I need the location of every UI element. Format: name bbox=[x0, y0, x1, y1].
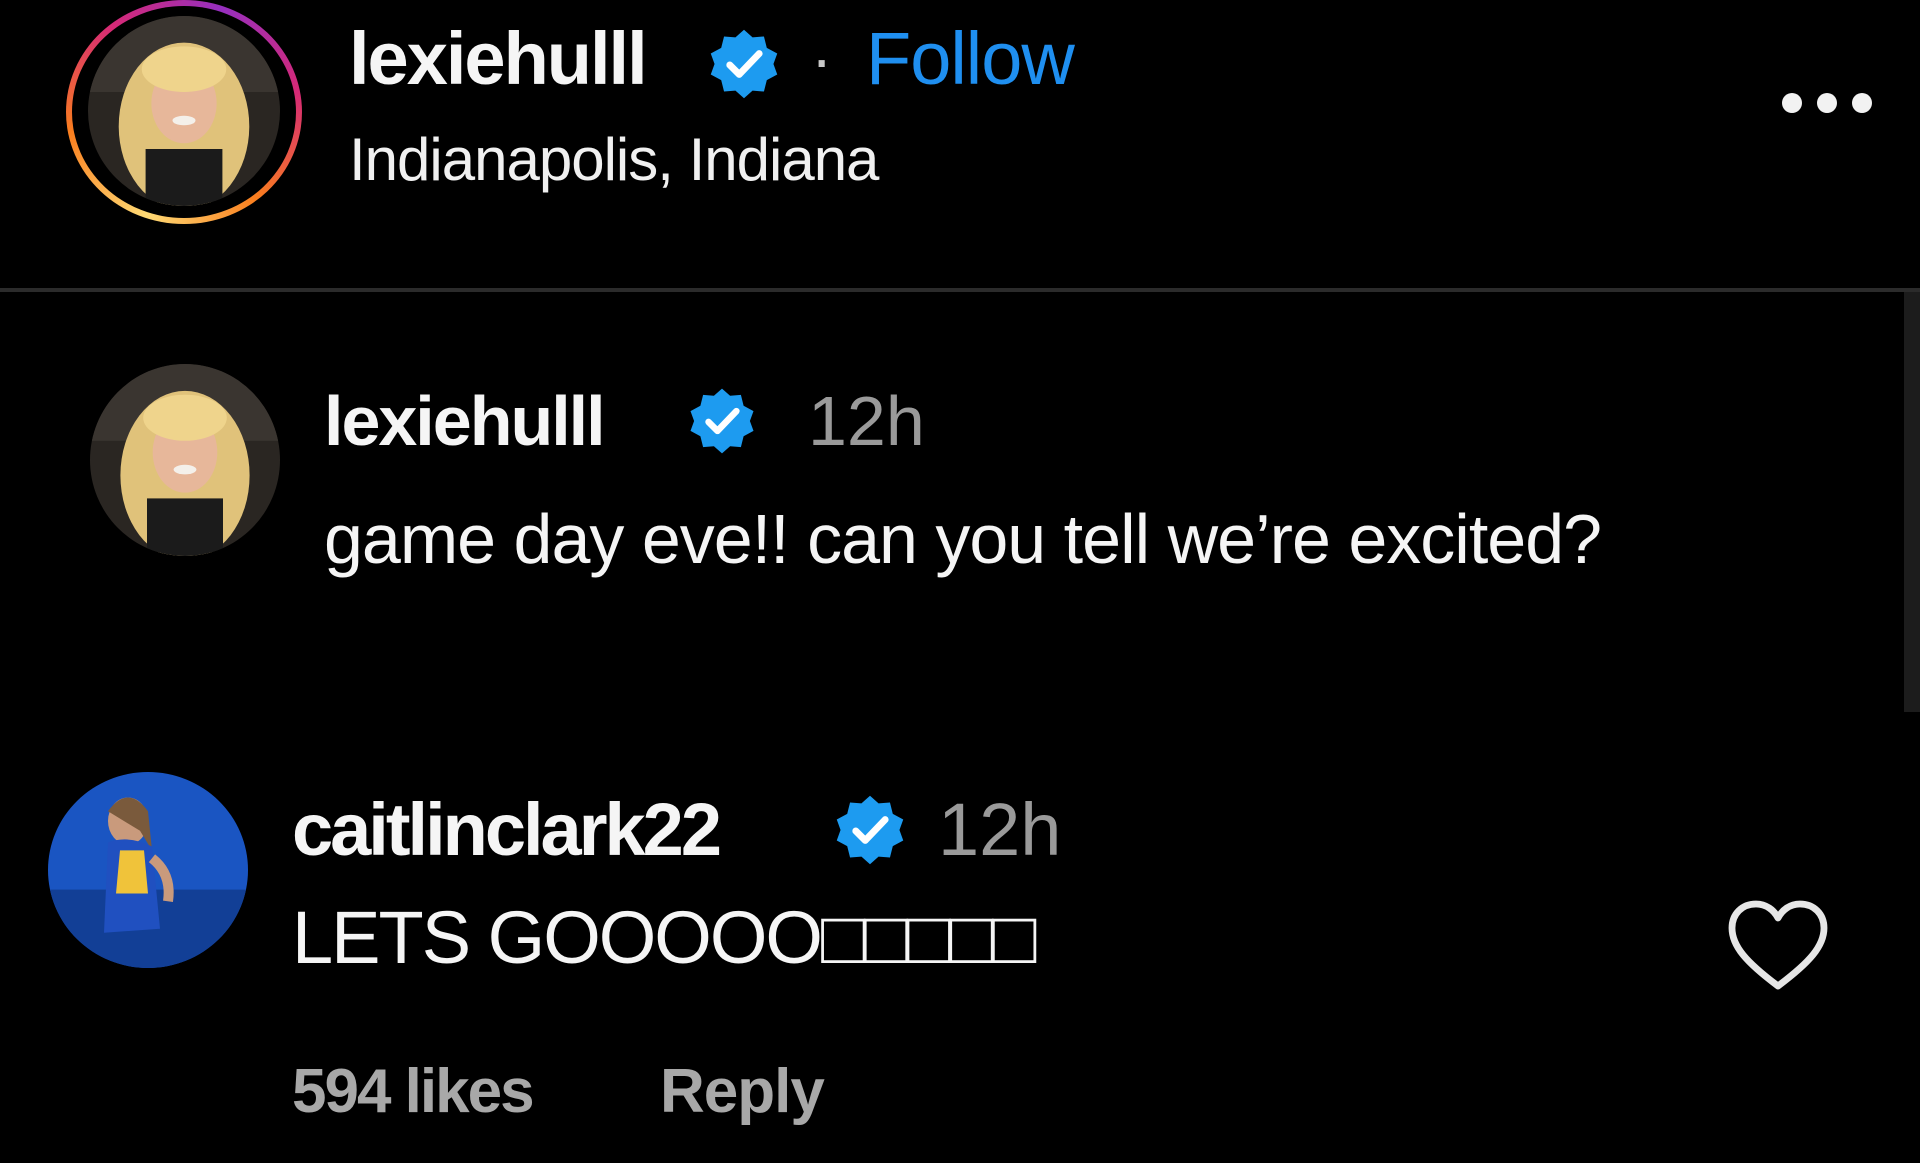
caption-text: game day eve!! can you tell we’re excite… bbox=[324, 500, 1602, 578]
location-link[interactable]: Indianapolis, Indiana bbox=[349, 122, 879, 198]
caption-timestamp[interactable]: 12h bbox=[808, 376, 925, 466]
heart-icon[interactable] bbox=[1726, 898, 1830, 994]
comment-avatar[interactable] bbox=[48, 772, 248, 968]
more-options-icon[interactable] bbox=[1772, 88, 1882, 118]
comment-timestamp[interactable]: 12h bbox=[938, 782, 1061, 878]
scrollbar[interactable] bbox=[1904, 292, 1920, 712]
post-header: lexiehulll · Follow Indianapolis, Indian… bbox=[0, 0, 1920, 290]
verified-badge-icon bbox=[690, 388, 754, 454]
reply-button[interactable]: Reply bbox=[660, 1052, 825, 1132]
comment-text: LETS GOOOOO□□□□□ bbox=[292, 896, 1036, 979]
verified-badge-icon bbox=[836, 795, 904, 865]
header-divider bbox=[0, 288, 1920, 292]
comment-username[interactable]: caitlinclark22 bbox=[292, 782, 722, 878]
header-avatar[interactable] bbox=[88, 16, 280, 206]
separator-dot: · bbox=[811, 23, 833, 95]
verified-badge-icon bbox=[710, 29, 778, 99]
likes-count[interactable]: 594 likes bbox=[292, 1052, 535, 1132]
header-username[interactable]: lexiehulll bbox=[349, 14, 648, 104]
caption-username[interactable]: lexiehulll bbox=[324, 376, 606, 466]
caption-avatar[interactable] bbox=[90, 364, 280, 556]
post-comments-panel: lexiehulll · Follow Indianapolis, Indian… bbox=[0, 0, 1920, 1163]
follow-button[interactable]: Follow bbox=[866, 14, 1075, 104]
